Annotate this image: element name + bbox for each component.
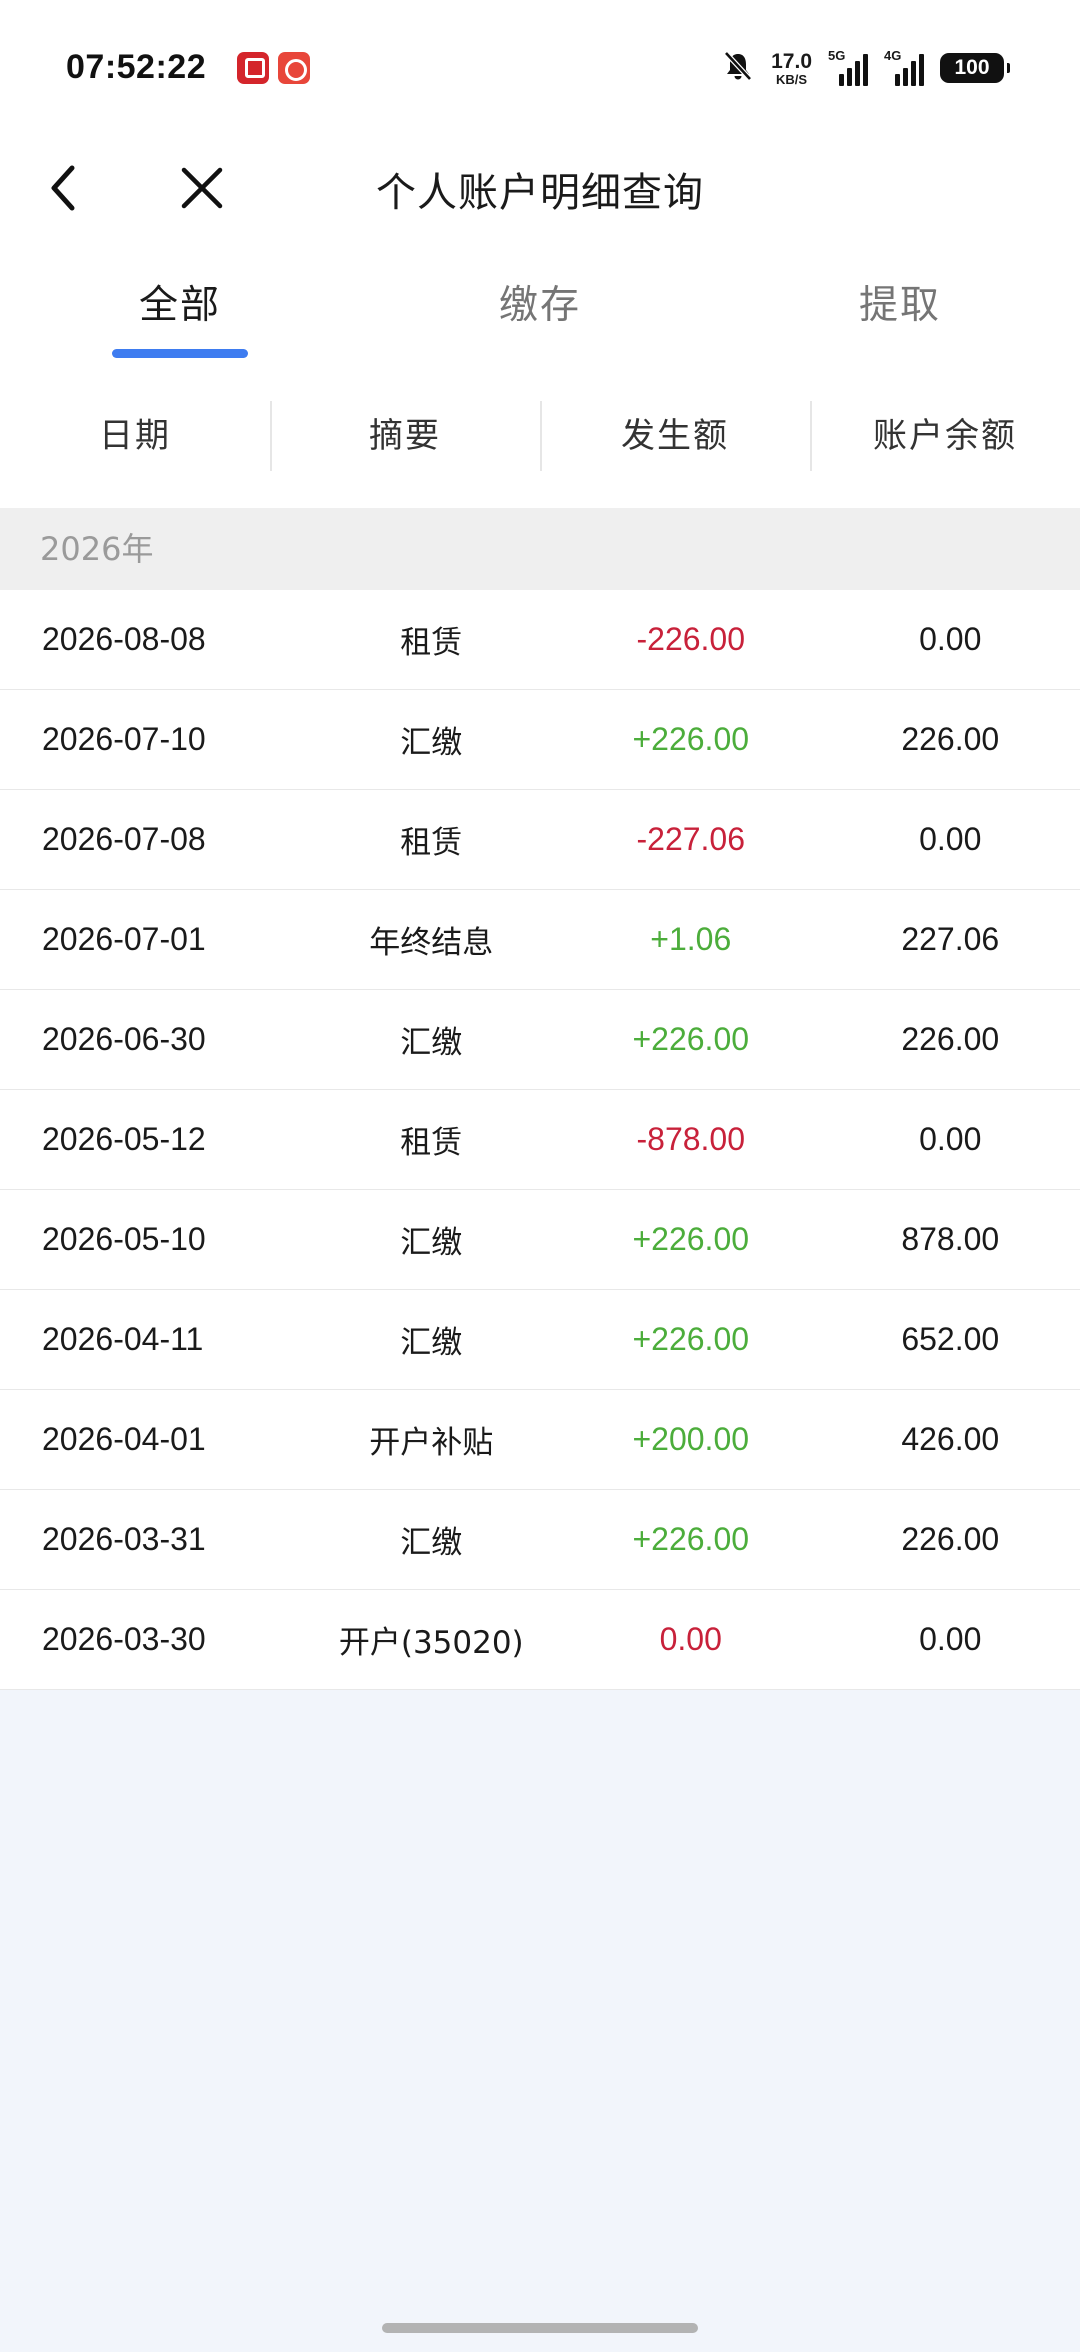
- row-date: 2026-07-08: [42, 821, 206, 857]
- row-amount: -878.00: [636, 1121, 746, 1157]
- row-summary: 开户补贴: [369, 1425, 494, 1461]
- table-row[interactable]: 2026-08-08 租赁 -226.00 0.00: [0, 590, 1080, 690]
- records-list: 2026-08-08 租赁 -226.00 0.00 2026-07-10 汇缴…: [0, 590, 1080, 1690]
- row-balance: 878.00: [901, 1221, 1000, 1257]
- signal-icon: 4G: [884, 48, 924, 86]
- column-header-balance: 账户余额: [810, 400, 1080, 471]
- table-row[interactable]: 2026-04-01 开户补贴 +200.00 426.00: [0, 1390, 1080, 1490]
- table-row[interactable]: 2026-04-11 汇缴 +226.00 652.00: [0, 1290, 1080, 1390]
- table-row[interactable]: 2026-07-10 汇缴 +226.00 226.00: [0, 690, 1080, 790]
- row-summary: 汇缴: [400, 1325, 463, 1361]
- table-row[interactable]: 2026-07-08 租赁 -227.06 0.00: [0, 790, 1080, 890]
- row-date: 2026-07-01: [42, 921, 206, 957]
- table-row[interactable]: 2026-05-10 汇缴 +226.00 878.00: [0, 1190, 1080, 1290]
- row-amount: +226.00: [632, 1221, 750, 1257]
- row-summary: 汇缴: [400, 1025, 463, 1061]
- row-date: 2026-04-01: [42, 1421, 206, 1457]
- app-notification-icon: [278, 52, 310, 84]
- signal-icon: 5G: [828, 48, 868, 86]
- column-header-amount: 发生额: [540, 400, 810, 471]
- table-row[interactable]: 2026-03-30 开户(35020) 0.00 0.00: [0, 1590, 1080, 1690]
- nav-bar: 个人账户明细查询: [0, 138, 1080, 238]
- row-balance: 226.00: [901, 1021, 1000, 1057]
- row-balance: 426.00: [901, 1421, 1000, 1457]
- network-speed-unit: KB/S: [776, 71, 808, 87]
- row-balance: 0.00: [919, 621, 982, 657]
- status-indicators: 17.0 KB/S 5G 4G 100: [721, 48, 1010, 88]
- row-balance: 227.06: [901, 921, 1000, 957]
- row-summary: 开户(35020): [338, 1625, 524, 1661]
- tab-withdraw[interactable]: 提取: [720, 238, 1080, 363]
- table-row[interactable]: 2026-07-01 年终结息 +1.06 227.06: [0, 890, 1080, 990]
- network-speed-value: 17.0: [771, 49, 812, 73]
- network-speed: 17.0 KB/S: [771, 51, 812, 86]
- row-date: 2026-07-10: [42, 721, 206, 757]
- row-balance: 0.00: [919, 1621, 982, 1657]
- row-date: 2026-03-30: [42, 1621, 206, 1657]
- status-bar: 07:52:22 17.0 KB/S 5G 4G 100: [0, 0, 1080, 138]
- row-summary: 汇缴: [400, 1525, 463, 1561]
- row-date: 2026-06-30: [42, 1021, 206, 1057]
- table-row[interactable]: 2026-06-30 汇缴 +226.00 226.00: [0, 990, 1080, 1090]
- row-summary: 租赁: [400, 825, 463, 861]
- row-amount: -226.00: [636, 621, 746, 657]
- tab-bar: 全部 缴存 提取: [0, 238, 1080, 363]
- row-amount: +226.00: [632, 1321, 750, 1357]
- page-title: 个人账户明细查询: [376, 170, 704, 216]
- status-time: 07:52:22: [66, 48, 207, 86]
- row-date: 2026-05-12: [42, 1121, 206, 1157]
- app-notification-icon: [237, 52, 269, 84]
- table-row[interactable]: 2026-05-12 租赁 -878.00 0.00: [0, 1090, 1080, 1190]
- row-date: 2026-04-11: [42, 1321, 204, 1357]
- table-header: 日期 摘要 发生额 账户余额: [0, 363, 1080, 508]
- battery-icon: 100: [940, 53, 1010, 83]
- column-header-date: 日期: [99, 415, 171, 456]
- row-summary: 汇缴: [400, 1225, 463, 1261]
- row-balance: 226.00: [901, 721, 1000, 757]
- row-balance: 652.00: [901, 1321, 1000, 1357]
- home-indicator[interactable]: [382, 2323, 698, 2333]
- row-balance: 0.00: [919, 1121, 982, 1157]
- mute-bell-icon: [721, 49, 755, 87]
- row-amount: +200.00: [632, 1421, 750, 1457]
- column-header-summary: 摘要: [270, 400, 540, 471]
- row-amount: +1.06: [650, 921, 732, 957]
- tab-deposit[interactable]: 缴存: [360, 238, 720, 363]
- row-summary: 汇缴: [400, 725, 463, 761]
- table-row[interactable]: 2026-03-31 汇缴 +226.00 226.00: [0, 1490, 1080, 1590]
- row-balance: 226.00: [901, 1521, 1000, 1557]
- row-date: 2026-03-31: [42, 1521, 206, 1557]
- tab-all[interactable]: 全部: [0, 238, 360, 363]
- row-date: 2026-05-10: [42, 1221, 206, 1257]
- row-amount: 0.00: [659, 1621, 722, 1657]
- row-summary: 租赁: [400, 625, 463, 661]
- top-area: 07:52:22 17.0 KB/S 5G 4G 100 个人账户明细查询 全部…: [0, 0, 1080, 508]
- row-summary: 年终结息: [369, 925, 494, 961]
- row-amount: +226.00: [632, 1521, 750, 1557]
- row-summary: 租赁: [400, 1125, 463, 1161]
- year-group-header: 2026年: [0, 508, 1080, 590]
- row-amount: +226.00: [632, 721, 750, 757]
- row-amount: +226.00: [632, 1021, 750, 1057]
- row-balance: 0.00: [919, 821, 982, 857]
- row-date: 2026-08-08: [42, 621, 206, 657]
- row-amount: -227.06: [636, 821, 746, 857]
